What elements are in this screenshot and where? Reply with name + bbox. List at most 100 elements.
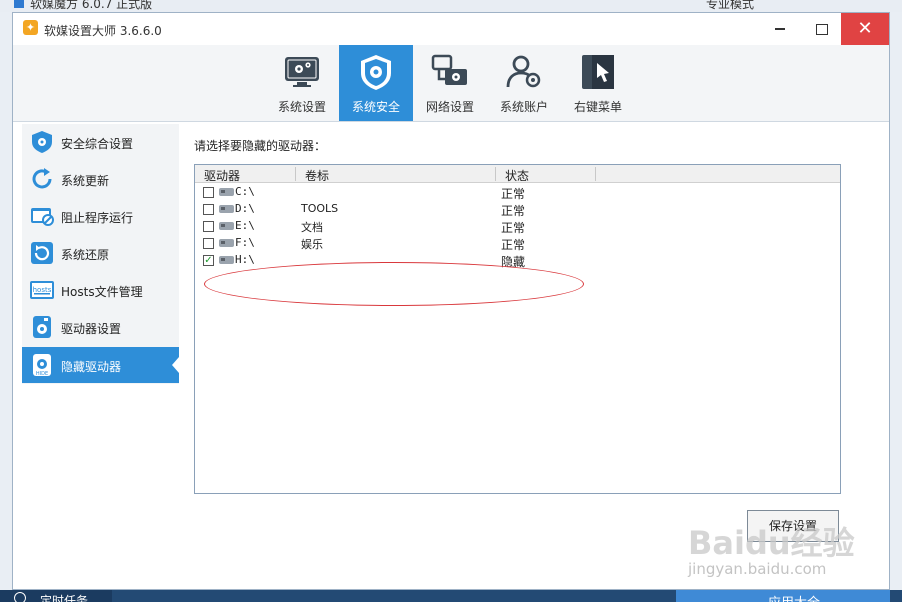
drive-checkbox[interactable] <box>203 221 214 232</box>
hard-drive-icon <box>219 239 234 247</box>
hard-drive-icon <box>219 188 234 196</box>
drive-letter: E:\ <box>235 219 255 232</box>
restore-icon <box>31 242 53 264</box>
drive-volume-label: TOOLS <box>301 202 339 215</box>
drive-letter: C:\ <box>235 185 255 198</box>
tab-label: 右键菜单 <box>573 100 622 114</box>
hard-drive-icon <box>219 256 234 264</box>
minimize-button[interactable] <box>761 13 799 45</box>
monitor-gear-icon <box>285 57 319 87</box>
drive-status: 正常 <box>501 204 526 218</box>
svg-text:HIDE: HIDE <box>36 371 48 377</box>
svg-text:hosts: hosts <box>33 286 52 294</box>
drive-list-header: 驱动器 卷标 状态 <box>195 165 840 183</box>
tab-label: 系统设置 <box>277 100 326 114</box>
background-left-edge <box>0 12 12 592</box>
column-header-status[interactable]: 状态 <box>505 167 529 184</box>
apply-all-button[interactable]: 应用大全 <box>676 590 890 602</box>
background-right-edge <box>890 12 902 592</box>
sidebar-item-security-overview[interactable]: 安全综合设置 <box>22 124 179 160</box>
tab-label: 网络设置 <box>425 100 474 114</box>
background-titlebar: 软媒魔方 6.0.7 正式版 专业模式 <box>0 0 902 12</box>
drive-volume-label: 文档 <box>301 221 323 234</box>
sidebar-item-system-restore[interactable]: 系统还原 <box>22 235 179 271</box>
drive-row-c[interactable]: C:\ 正常 <box>195 184 840 201</box>
drive-row-d[interactable]: D:\ TOOLS 正常 <box>195 201 840 218</box>
active-indicator-arrow <box>172 357 179 373</box>
sidebar-item-drive-settings[interactable]: 驱动器设置 <box>22 309 179 345</box>
column-divider[interactable] <box>495 167 496 181</box>
tab-label: 系统安全 <box>351 100 400 114</box>
tab-network-settings[interactable]: 网络设置 <box>413 45 487 121</box>
hard-drive-icon <box>219 222 234 230</box>
watermark-brand: Baidu经验 <box>688 524 855 562</box>
tab-label: 系统账户 <box>499 100 548 114</box>
sidebar-item-label: 安全综合设置 <box>61 137 134 151</box>
hosts-file-icon: hosts <box>30 281 54 299</box>
background-statusbar: 定时任务 应用大全 <box>0 590 902 602</box>
tab-context-menu[interactable]: 右键菜单 <box>561 45 635 121</box>
drive-letter: H:\ <box>235 253 255 266</box>
shield-gear-icon <box>361 55 391 90</box>
drive-status: 正常 <box>501 238 526 252</box>
sidebar-item-label: 系统还原 <box>61 248 110 262</box>
window-titlebar[interactable]: ✦ 软媒设置大师 3.6.6.0 ✕ <box>13 13 889 45</box>
sidebar-item-label: 隐藏驱动器 <box>61 360 122 374</box>
sidebar-item-hosts-manager[interactable]: hosts Hosts文件管理 <box>22 272 179 308</box>
refresh-icon <box>32 168 52 189</box>
drive-letter: F:\ <box>235 236 255 249</box>
background-app-title: 软媒魔方 6.0.7 正式版 <box>30 0 153 11</box>
annotation-ellipse <box>204 262 584 306</box>
close-icon: ✕ <box>857 18 873 39</box>
sidebar-item-block-program[interactable]: 阻止程序运行 <box>22 198 179 234</box>
sidebar-item-label: 系统更新 <box>61 174 110 188</box>
app-logo-icon: ✦ <box>23 20 38 35</box>
background-app-logo-icon <box>14 0 24 8</box>
cursor-menu-icon <box>582 55 614 89</box>
sidebar-item-label: 驱动器设置 <box>61 322 122 336</box>
column-divider[interactable] <box>295 167 296 181</box>
users-icon <box>506 55 541 88</box>
hide-drive-prompt: 请选择要隐藏的驱动器： <box>194 139 327 153</box>
scheduled-task-button[interactable]: 定时任务 <box>0 590 112 602</box>
drive-checkbox[interactable] <box>203 187 214 198</box>
drive-letter: D:\ <box>235 202 255 215</box>
maximize-icon <box>816 23 828 35</box>
maximize-button[interactable] <box>803 13 841 45</box>
column-header-label[interactable]: 卷标 <box>305 167 329 184</box>
drive-row-f[interactable]: F:\ 娱乐 正常 <box>195 235 840 252</box>
drive-volume-label: 娱乐 <box>301 238 323 251</box>
drive-row-e[interactable]: E:\ 文档 正常 <box>195 218 840 235</box>
tab-system-security[interactable]: 系统安全 <box>339 45 413 121</box>
sidebar-item-hide-drive[interactable]: HIDE 隐藏驱动器 <box>22 347 179 383</box>
hide-drive-icon: HIDE <box>33 354 51 377</box>
column-divider[interactable] <box>595 167 596 181</box>
apply-all-label: 应用大全 <box>768 592 820 602</box>
clock-icon <box>14 592 26 602</box>
scheduled-task-label: 定时任务 <box>40 594 89 602</box>
network-icon <box>431 54 467 85</box>
sidebar-item-label: 阻止程序运行 <box>61 211 134 225</box>
security-sidebar: 安全综合设置 系统更新 阻止程序运行 系统还原 hosts Hosts文件管理 … <box>22 124 179 384</box>
drive-checkbox[interactable] <box>203 204 214 215</box>
watermark-url: jingyan.baidu.com <box>688 560 827 578</box>
column-header-drive[interactable]: 驱动器 <box>204 167 240 184</box>
minimize-icon <box>775 28 785 30</box>
tab-system-settings[interactable]: 系统设置 <box>265 45 339 121</box>
block-program-icon <box>31 208 54 226</box>
sidebar-item-system-update[interactable]: 系统更新 <box>22 161 179 197</box>
drive-status: 正常 <box>501 187 526 201</box>
drive-list[interactable]: 驱动器 卷标 状态 C:\ 正常 D:\ TOOLS 正常 E:\ 文档 正常 … <box>194 164 841 494</box>
shield-gear-icon <box>32 131 52 153</box>
close-button[interactable]: ✕ <box>841 13 889 45</box>
drive-status: 正常 <box>501 221 526 235</box>
drive-checkbox-checked[interactable]: ✓ <box>203 255 214 266</box>
window-title: 软媒设置大师 3.6.6.0 <box>44 24 162 38</box>
drive-checkbox[interactable] <box>203 238 214 249</box>
tab-system-accounts[interactable]: 系统账户 <box>487 45 561 121</box>
background-mode-switch[interactable]: 专业模式 <box>706 0 754 12</box>
main-toolbar: 系统设置 系统安全 网络设置 系统账户 右键菜单 <box>13 45 889 122</box>
hard-drive-icon <box>219 205 234 213</box>
sidebar-item-label: Hosts文件管理 <box>61 285 143 299</box>
drive-settings-icon <box>33 316 51 338</box>
